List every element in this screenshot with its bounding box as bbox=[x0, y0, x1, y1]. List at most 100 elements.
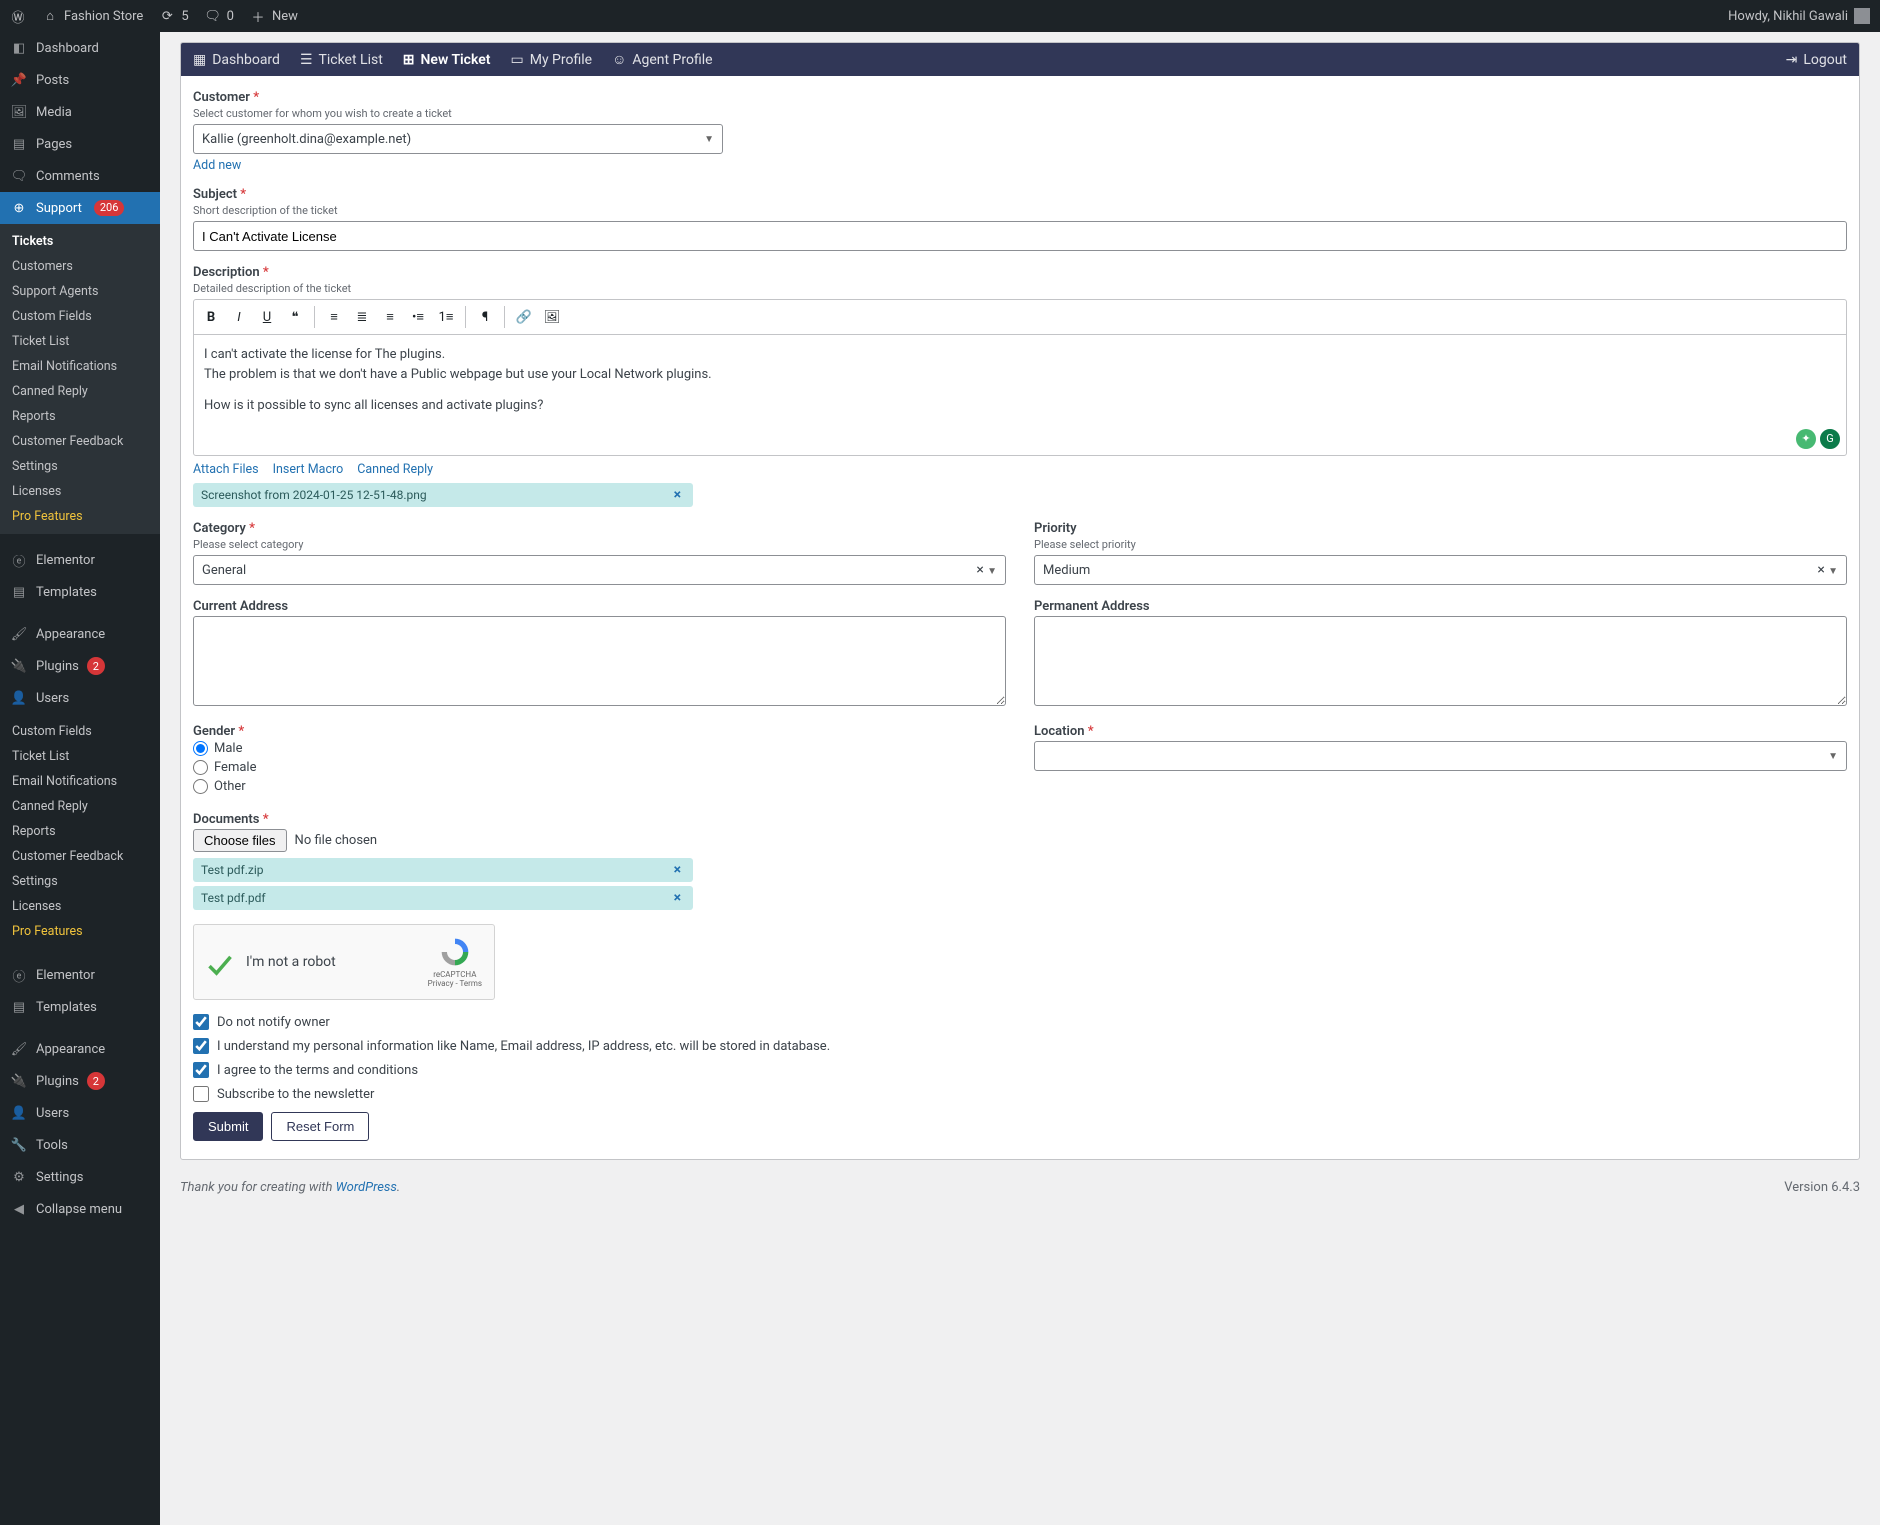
consent-checkbox[interactable] bbox=[193, 1038, 209, 1054]
consent-label: I understand my personal information lik… bbox=[217, 1039, 830, 1054]
chevron-down-icon: ▼ bbox=[987, 566, 997, 577]
align-right-button[interactable]: ≡ bbox=[377, 304, 403, 330]
grammarly-generate-icon[interactable]: G bbox=[1820, 429, 1840, 449]
dup-licenses[interactable]: Licenses bbox=[0, 894, 160, 919]
menu-elementor-2[interactable]: ⓔElementor bbox=[0, 959, 160, 991]
permanent-address-textarea[interactable] bbox=[1034, 616, 1847, 706]
remove-document-button[interactable]: × bbox=[670, 891, 685, 905]
tab-ticket-list[interactable]: ☰Ticket List bbox=[300, 52, 383, 68]
tab-agent-profile[interactable]: ☺Agent Profile bbox=[612, 51, 713, 68]
tab-dashboard[interactable]: ▦Dashboard bbox=[193, 52, 280, 68]
paragraph-button[interactable]: ¶ bbox=[472, 304, 498, 330]
canned-reply-link[interactable]: Canned Reply bbox=[357, 462, 433, 477]
gender-other-radio[interactable] bbox=[193, 779, 208, 794]
menu-appearance[interactable]: 🖌Appearance bbox=[0, 618, 160, 650]
notify-owner-checkbox[interactable] bbox=[193, 1014, 209, 1030]
site-name-link[interactable]: ⌂Fashion Store bbox=[42, 8, 143, 24]
updates-link[interactable]: ⟳5 bbox=[159, 8, 188, 24]
location-select[interactable]: ▼ bbox=[1034, 741, 1847, 771]
number-list-button[interactable]: 1≡ bbox=[433, 304, 459, 330]
submenu-customers[interactable]: Customers bbox=[0, 254, 160, 279]
list-icon: ☰ bbox=[300, 52, 313, 68]
align-center-button[interactable]: ≣ bbox=[349, 304, 375, 330]
italic-button[interactable]: I bbox=[226, 304, 252, 330]
menu-media[interactable]: 🖼Media bbox=[0, 96, 160, 128]
submit-button[interactable]: Submit bbox=[193, 1112, 263, 1141]
menu-templates[interactable]: ▤Templates bbox=[0, 576, 160, 608]
tab-my-profile[interactable]: ▭My Profile bbox=[510, 52, 592, 68]
grammarly-icon[interactable]: ✦ bbox=[1796, 429, 1816, 449]
newsletter-checkbox[interactable] bbox=[193, 1086, 209, 1102]
current-address-textarea[interactable] bbox=[193, 616, 1006, 706]
menu-dashboard[interactable]: ◧Dashboard bbox=[0, 32, 160, 64]
menu-support[interactable]: ⊕Support206 bbox=[0, 192, 160, 224]
category-select[interactable]: General × ▼ bbox=[193, 555, 1006, 585]
comments-link[interactable]: 🗨0 bbox=[205, 8, 234, 24]
menu-tools[interactable]: 🔧Tools bbox=[0, 1129, 160, 1161]
remove-document-button[interactable]: × bbox=[670, 863, 685, 877]
submenu-custom-fields[interactable]: Custom Fields bbox=[0, 304, 160, 329]
priority-select[interactable]: Medium × ▼ bbox=[1034, 555, 1847, 585]
choose-files-button[interactable]: Choose files bbox=[193, 829, 287, 852]
reset-form-button[interactable]: Reset Form bbox=[271, 1112, 369, 1141]
menu-elementor[interactable]: ⓔElementor bbox=[0, 544, 160, 576]
submenu-pro-features[interactable]: Pro Features bbox=[0, 504, 160, 529]
gender-male-radio[interactable] bbox=[193, 741, 208, 756]
recaptcha-widget[interactable]: I'm not a robot reCAPTCHA Privacy - Term… bbox=[193, 924, 495, 1000]
submenu-reports[interactable]: Reports bbox=[0, 404, 160, 429]
menu-appearance-2[interactable]: 🖌Appearance bbox=[0, 1033, 160, 1065]
tab-new-ticket[interactable]: ⊞New Ticket bbox=[403, 52, 491, 68]
wordpress-link[interactable]: WordPress bbox=[336, 1180, 397, 1195]
account-link[interactable]: Howdy, Nikhil Gawali bbox=[1728, 8, 1870, 24]
submenu-canned-reply[interactable]: Canned Reply bbox=[0, 379, 160, 404]
menu-pages[interactable]: ▤Pages bbox=[0, 128, 160, 160]
align-left-button[interactable]: ≡ bbox=[321, 304, 347, 330]
submenu-ticket-list[interactable]: Ticket List bbox=[0, 329, 160, 354]
description-textarea[interactable]: I can't activate the license for The plu… bbox=[194, 335, 1846, 455]
dup-customer-feedback[interactable]: Customer Feedback bbox=[0, 844, 160, 869]
user-icon: 👤 bbox=[10, 689, 28, 707]
bold-button[interactable]: B bbox=[198, 304, 224, 330]
submenu-customer-feedback[interactable]: Customer Feedback bbox=[0, 429, 160, 454]
check-icon bbox=[206, 951, 234, 973]
customer-select[interactable]: Kallie (greenholt.dina@example.net) ▼ bbox=[193, 124, 723, 154]
dup-reports[interactable]: Reports bbox=[0, 819, 160, 844]
dup-email-notifications[interactable]: Email Notifications bbox=[0, 769, 160, 794]
customer-label: Customer * bbox=[193, 90, 1847, 105]
menu-comments[interactable]: 🗨Comments bbox=[0, 160, 160, 192]
add-new-customer-link[interactable]: Add new bbox=[193, 158, 241, 173]
submenu-support-agents[interactable]: Support Agents bbox=[0, 279, 160, 304]
insert-macro-link[interactable]: Insert Macro bbox=[273, 462, 344, 477]
dup-custom-fields[interactable]: Custom Fields bbox=[0, 719, 160, 744]
menu-users[interactable]: 👤Users bbox=[0, 682, 160, 714]
collapse-menu[interactable]: ◀Collapse menu bbox=[0, 1193, 160, 1225]
menu-posts[interactable]: 📌Posts bbox=[0, 64, 160, 96]
underline-button[interactable]: U bbox=[254, 304, 280, 330]
dup-settings[interactable]: Settings bbox=[0, 869, 160, 894]
bullet-list-button[interactable]: •≡ bbox=[405, 304, 431, 330]
dup-ticket-list[interactable]: Ticket List bbox=[0, 744, 160, 769]
dup-pro-features[interactable]: Pro Features bbox=[0, 919, 160, 944]
dup-canned-reply[interactable]: Canned Reply bbox=[0, 794, 160, 819]
subject-input[interactable] bbox=[193, 221, 1847, 251]
image-button[interactable]: 🖼 bbox=[539, 304, 565, 330]
tab-logout[interactable]: ⇥Logout bbox=[1786, 52, 1847, 68]
wp-logo[interactable]: Ⓦ bbox=[10, 8, 26, 24]
quote-button[interactable]: ❝ bbox=[282, 304, 308, 330]
attach-files-link[interactable]: Attach Files bbox=[193, 462, 259, 477]
menu-plugins-2[interactable]: 🔌Plugins2 bbox=[0, 1065, 160, 1097]
submenu-email-notifications[interactable]: Email Notifications bbox=[0, 354, 160, 379]
terms-checkbox[interactable] bbox=[193, 1062, 209, 1078]
menu-plugins[interactable]: 🔌Plugins2 bbox=[0, 650, 160, 682]
remove-attachment-button[interactable]: × bbox=[670, 488, 685, 502]
menu-settings[interactable]: ⚙Settings bbox=[0, 1161, 160, 1193]
submenu-settings[interactable]: Settings bbox=[0, 454, 160, 479]
grid-icon: ▦ bbox=[193, 52, 206, 68]
menu-templates-2[interactable]: ▤Templates bbox=[0, 991, 160, 1023]
submenu-tickets[interactable]: Tickets bbox=[0, 229, 160, 254]
menu-users-2[interactable]: 👤Users bbox=[0, 1097, 160, 1129]
gender-female-radio[interactable] bbox=[193, 760, 208, 775]
submenu-licenses[interactable]: Licenses bbox=[0, 479, 160, 504]
new-link[interactable]: ＋New bbox=[250, 8, 298, 24]
link-button[interactable]: 🔗 bbox=[511, 304, 537, 330]
